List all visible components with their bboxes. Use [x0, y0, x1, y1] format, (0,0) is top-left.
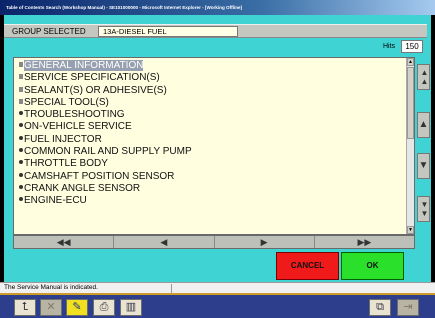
list-item[interactable]: SEALANT(S) OR ADHESIVE(S) — [14, 85, 406, 97]
dot-bullet-icon — [19, 184, 23, 189]
list-item-label: COMMON RAIL AND SUPPLY PUMP — [24, 146, 192, 158]
ok-button[interactable]: OK — [341, 252, 404, 280]
list-item-label: SPECIAL TOOL(S) — [24, 96, 109, 108]
list-item[interactable]: CRANK ANGLE SENSOR — [14, 183, 406, 195]
list-item[interactable]: ON-VEHICLE SERVICE — [14, 121, 406, 133]
list-item[interactable]: FUEL INJECTOR — [14, 134, 406, 146]
square-bullet-icon — [19, 74, 23, 80]
bottom-toolbar: ⮤ ✕ ✎ ⎙ ▥ ⧉ ⇥ — [0, 293, 435, 318]
list-item[interactable]: SPECIAL TOOL(S) — [14, 97, 406, 109]
list-item-label: SEALANT(S) OR ADHESIVE(S) — [24, 84, 167, 96]
list-item-label: GENERAL INFORMATION — [24, 60, 144, 71]
next-page-button[interactable]: ▶ — [214, 236, 315, 248]
double-down-arrow-icon: ▼▼ — [420, 200, 429, 218]
square-bullet-icon — [19, 86, 23, 92]
scroll-thumb[interactable] — [407, 67, 414, 139]
scroll-top-button[interactable]: ▲▲ — [417, 64, 430, 90]
list-item-label: TROUBLESHOOTING — [24, 109, 125, 121]
square-bullet-icon — [19, 98, 23, 104]
zoom-screen-icon[interactable]: ⧉ — [369, 299, 391, 316]
dot-bullet-icon — [19, 123, 23, 128]
last-page-button[interactable]: ▶▶ — [314, 236, 414, 248]
hits-label: Hits — [383, 43, 396, 50]
group-selected-row: GROUP SELECTED 13A-DIESEL FUEL — [4, 24, 427, 38]
page-up-button[interactable]: ▲ — [417, 112, 430, 138]
window-title: Table of Contents Search (Workshop Manua… — [6, 5, 243, 10]
status-divider — [171, 284, 172, 293]
contents-list[interactable]: GENERAL INFORMATION SERVICE SPECIFICATION… — [13, 57, 415, 235]
list-item[interactable]: ENGINE-ECU — [14, 195, 406, 207]
scroll-down-arrow-icon[interactable]: ▼ — [407, 226, 414, 234]
prev-page-button[interactable]: ◀ — [114, 236, 215, 248]
up-arrow-icon[interactable]: ⮤ — [14, 299, 36, 316]
list-item-label: FUEL INJECTOR — [24, 133, 102, 145]
up-arrow-icon: ▲ — [418, 119, 429, 130]
status-bar: The Service Manual is indicated. — [0, 282, 435, 293]
dot-bullet-icon — [19, 148, 23, 153]
list-item[interactable]: SERVICE SPECIFICATION(S) — [14, 72, 406, 84]
list-item-label: SERVICE SPECIFICATION(S) — [24, 72, 160, 84]
list-item-label: CAMSHAFT POSITION SENSOR — [24, 170, 175, 182]
dot-bullet-icon — [19, 172, 23, 177]
dot-bullet-icon — [19, 197, 23, 202]
dot-bullet-icon — [19, 111, 23, 116]
exit-icon[interactable]: ⇥ — [397, 299, 419, 316]
print-icon[interactable]: ⎙ — [93, 299, 115, 316]
down-arrow-icon: ▼ — [418, 160, 429, 171]
dot-bullet-icon — [19, 135, 23, 140]
scroll-up-arrow-icon[interactable]: ▲ — [407, 58, 414, 66]
highlight-icon[interactable]: ✎ — [66, 299, 88, 316]
cancel-button[interactable]: CANCEL — [276, 252, 339, 280]
contents-list-items: GENERAL INFORMATION SERVICE SPECIFICATION… — [14, 60, 406, 208]
list-item[interactable]: THROTTLE BODY — [14, 158, 406, 170]
double-up-arrow-icon: ▲▲ — [420, 68, 429, 86]
status-text: The Service Manual is indicated. — [4, 284, 98, 291]
window-title-bar: Table of Contents Search (Workshop Manua… — [0, 0, 435, 15]
list-item[interactable]: GENERAL INFORMATION — [14, 60, 406, 72]
book-icon[interactable]: ▥ — [120, 299, 142, 316]
page-nav-bar: ◀◀ ◀ ▶ ▶▶ — [13, 235, 415, 249]
list-item-label: ENGINE-ECU — [24, 195, 87, 207]
page-down-button[interactable]: ▼ — [417, 153, 430, 179]
group-selected-value: 13A-DIESEL FUEL — [98, 26, 238, 37]
first-page-button[interactable]: ◀◀ — [14, 236, 115, 248]
list-item-label: THROTTLE BODY — [24, 158, 108, 170]
hits-count: 150 — [401, 40, 423, 53]
dot-bullet-icon — [19, 160, 23, 165]
list-item[interactable]: TROUBLESHOOTING — [14, 109, 406, 121]
close-x-icon[interactable]: ✕ — [40, 299, 62, 316]
square-bullet-icon — [19, 62, 23, 67]
group-selected-label: GROUP SELECTED — [12, 27, 86, 36]
list-item-label: CRANK ANGLE SENSOR — [24, 182, 141, 194]
list-scrollbar[interactable]: ▲ ▼ — [406, 58, 414, 234]
scroll-bottom-button[interactable]: ▼▼ — [417, 196, 430, 222]
list-item[interactable]: COMMON RAIL AND SUPPLY PUMP — [14, 146, 406, 158]
list-item-label: ON-VEHICLE SERVICE — [24, 121, 132, 133]
list-item[interactable]: CAMSHAFT POSITION SENSOR — [14, 171, 406, 183]
